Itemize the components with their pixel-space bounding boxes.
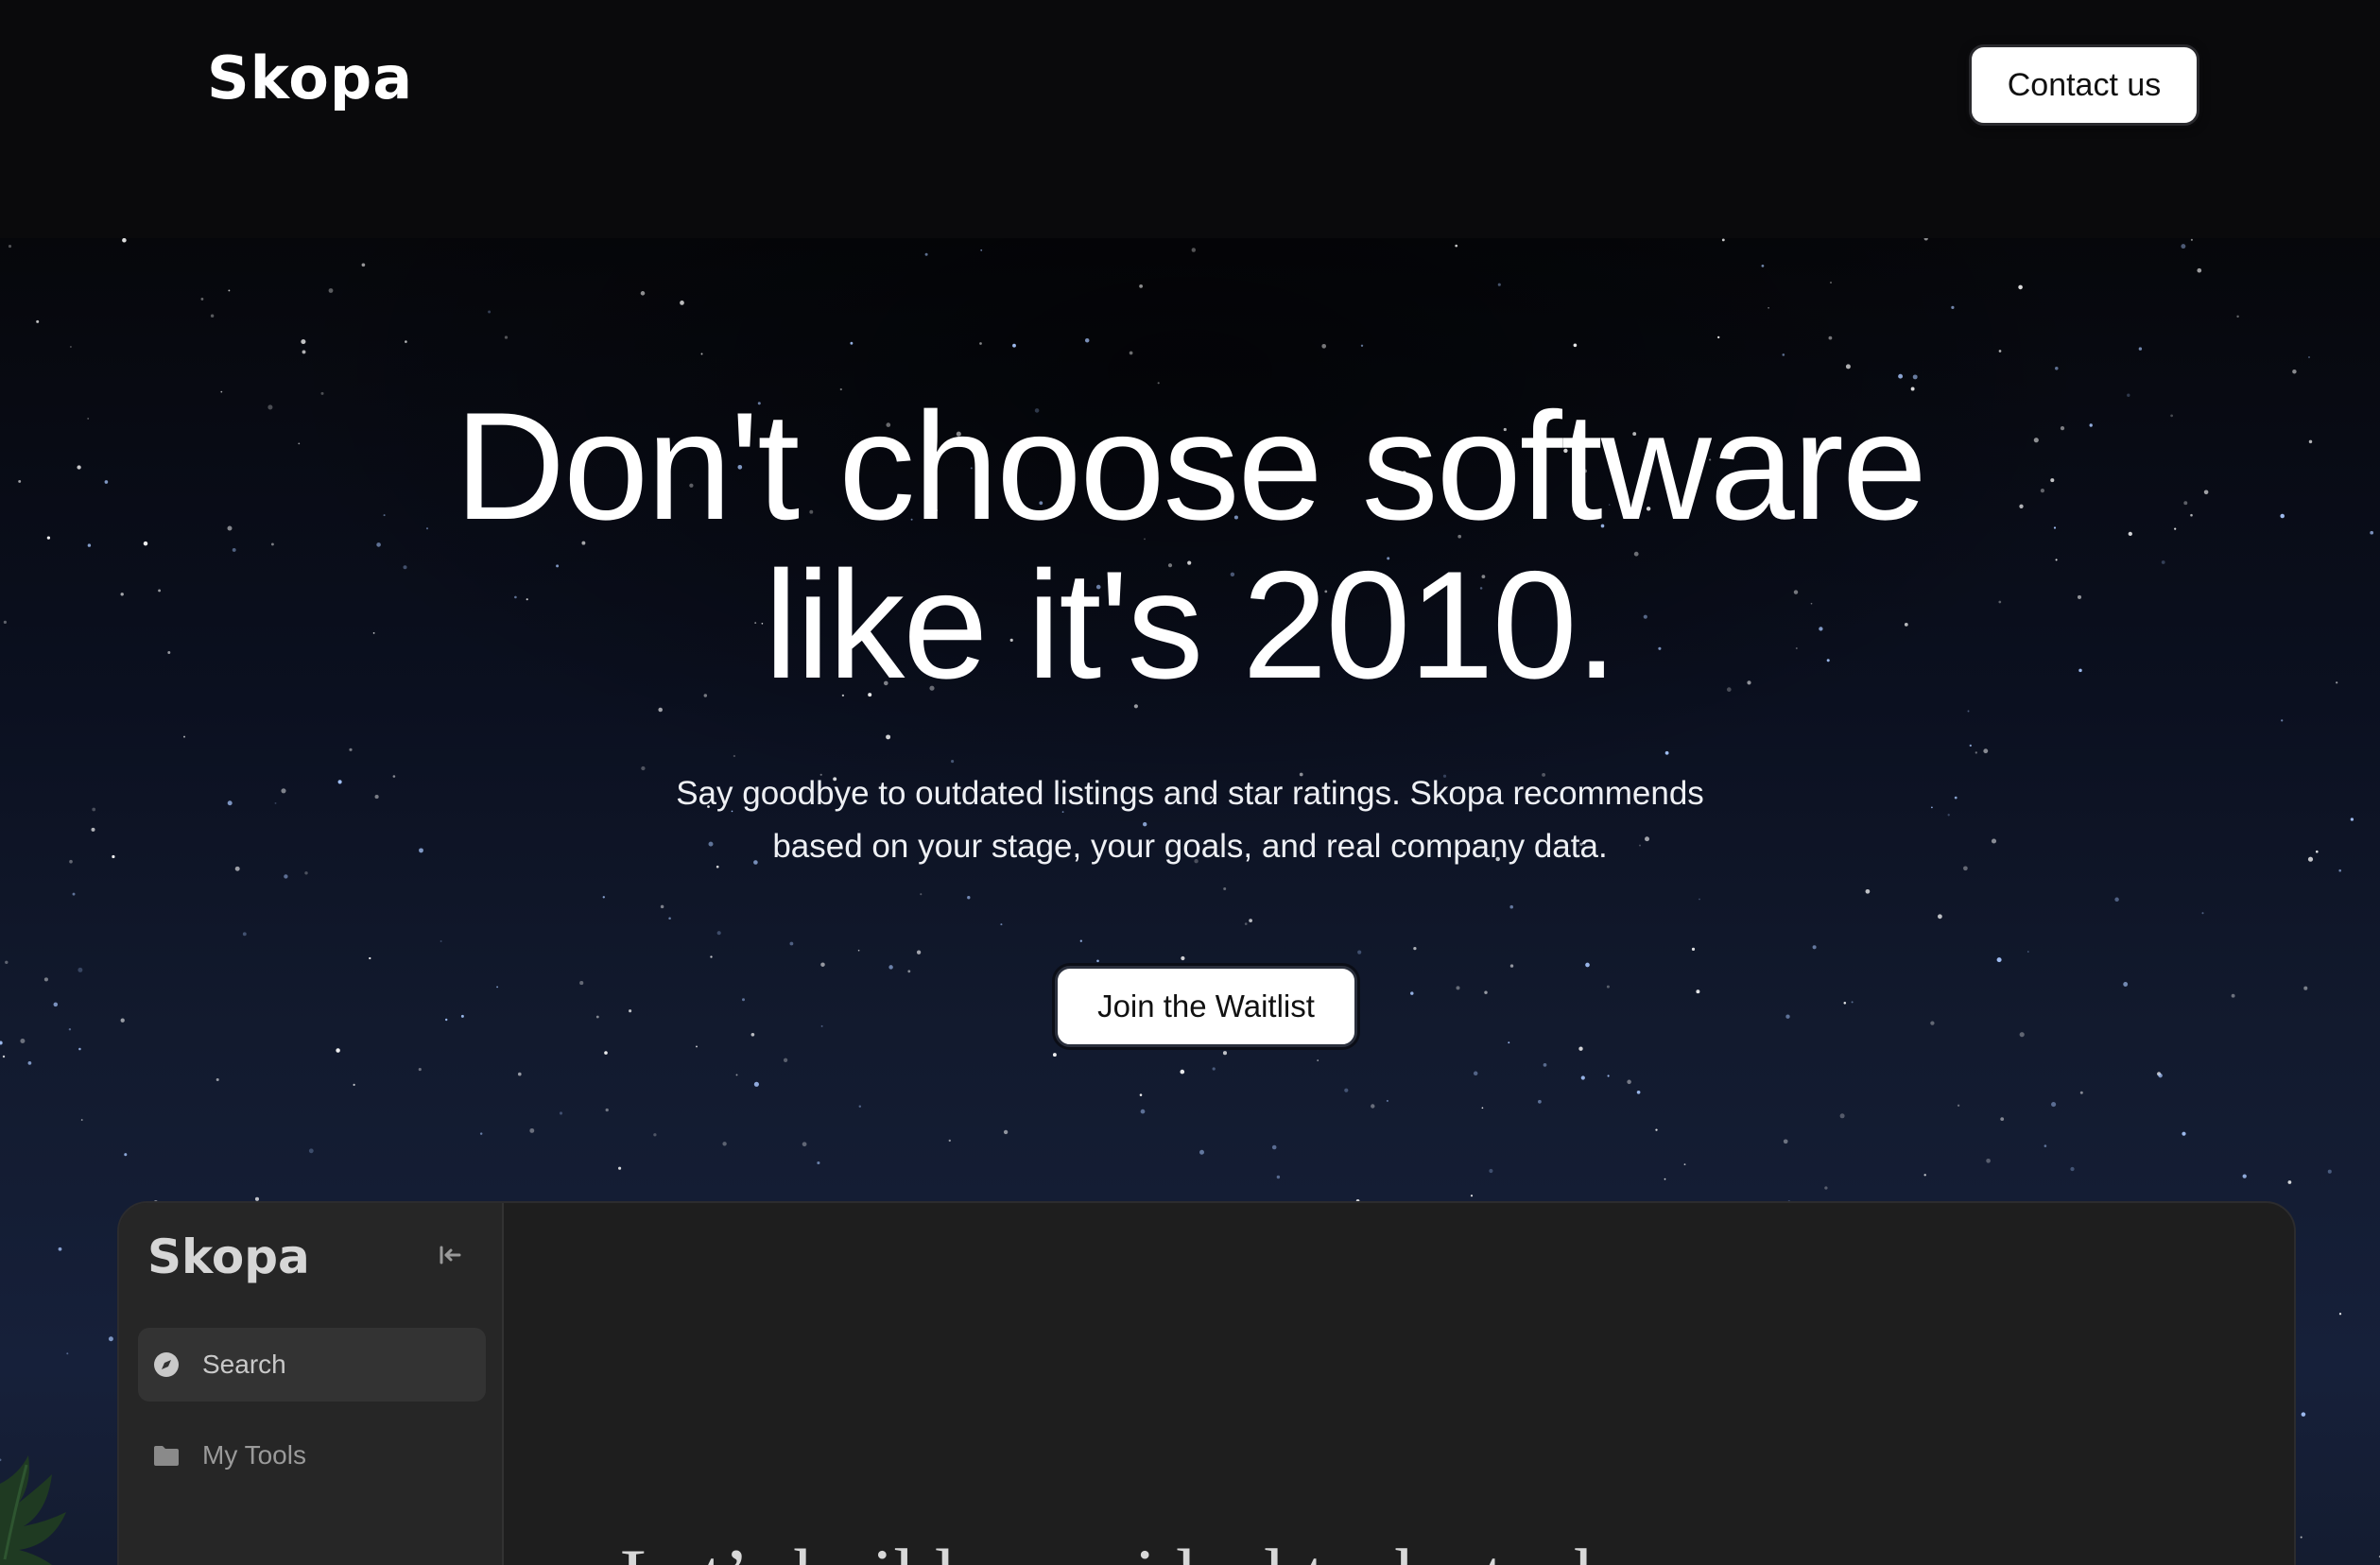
contact-us-button[interactable]: Contact us xyxy=(1969,44,2199,126)
app-preview-window: Skopa Search My Tools xyxy=(117,1201,2296,1565)
sidebar-item-my-tools[interactable]: My Tools xyxy=(138,1419,486,1492)
hero-headline: Don't choose software like it's 2010. xyxy=(0,387,2380,705)
hero-subtext: Say goodbye to outdated listings and sta… xyxy=(0,767,2380,873)
sidebar-item-search[interactable]: Search xyxy=(138,1328,486,1402)
sidebar-item-label: My Tools xyxy=(202,1440,306,1470)
collapse-sidebar-icon[interactable] xyxy=(437,1241,465,1269)
app-main-heading: Let’s build your ideal tech stack xyxy=(620,1532,2294,1565)
headline-line-2: like it's 2010. xyxy=(764,540,1617,711)
compass-icon xyxy=(151,1350,181,1380)
folder-icon xyxy=(151,1440,181,1470)
sidebar-item-label: Search xyxy=(202,1350,286,1379)
app-logo: Skopa xyxy=(147,1230,310,1284)
headline-line-1: Don't choose software xyxy=(455,381,1927,552)
join-waitlist-button[interactable]: Join the Waitlist xyxy=(1055,966,1357,1047)
subtext-line-1: Say goodbye to outdated listings and sta… xyxy=(676,775,1704,812)
landing-page: Skopa Contact us Don't choose software l… xyxy=(0,0,2380,1565)
brand-logo[interactable]: Skopa xyxy=(207,43,413,112)
top-navigation: Skopa Contact us xyxy=(0,0,2380,238)
plant-leaves-decoration xyxy=(0,1455,66,1565)
app-sidebar: Skopa Search My Tools xyxy=(119,1203,504,1565)
subtext-line-2: based on your stage, your goals, and rea… xyxy=(772,828,1608,865)
